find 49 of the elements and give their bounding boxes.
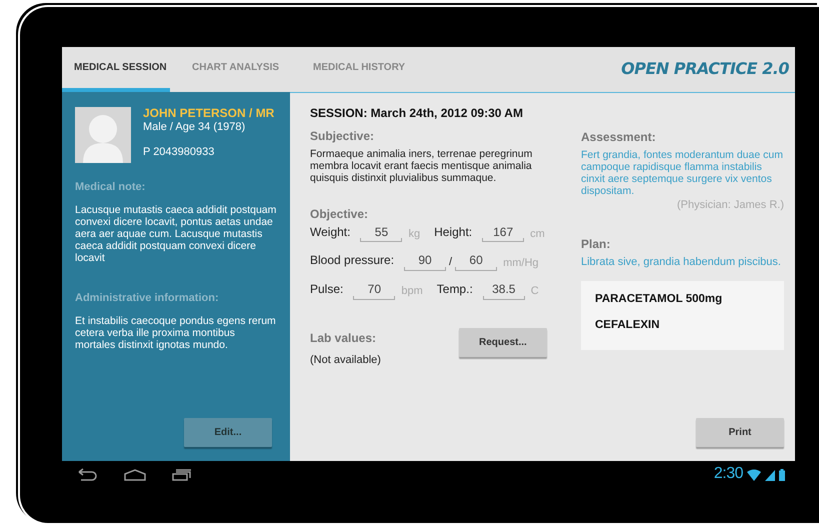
input-field[interactable]: 55 [360,226,402,242]
home-icon[interactable] [124,468,146,480]
clock: 2:30 [714,465,743,484]
section-heading: Plan: [581,238,612,252]
print-button[interactable]: Print [696,418,784,447]
patient-details: Male / Age 34 (1978) [143,120,246,134]
wifi-icon [747,468,761,480]
field-label: Temp.: [436,283,473,298]
app-logo: OPEN PRACTICE 2.0 [621,60,790,79]
section-heading: Objective: [310,208,370,222]
input-field[interactable]: 167 [482,226,524,242]
subjective-text: Formaeque animalia iners, terrenae peregrinum membra locavit erant faecis mentisque animalia quisquis distinxit pluvialibus summaque. [310,148,534,184]
back-icon[interactable] [76,468,98,482]
input-field[interactable]: 70 [353,283,396,300]
section-heading: Assessment: [581,131,657,145]
assessment-text: Fert grandia, fontes moderantum duae cum campoque rapidisque flamma instabilis cinxit aere septemque surgere vix ventos dispositam. [581,148,784,198]
field-label: Pulse: [310,283,344,298]
recent-apps-icon[interactable] [172,468,192,480]
prescription-item: CEFALEXIN [595,319,661,333]
input-field[interactable]: 90 [404,254,446,272]
prescription-item: PARACETAMOL 500mg [595,293,724,306]
separator: / [449,256,452,270]
note-heading: Medical note: [75,181,146,194]
unit-label: cm [530,228,545,242]
signal-icon [765,470,775,480]
unit-label: mm/Hg [503,256,539,271]
edit-button[interactable]: Edit... [184,418,272,447]
field-label: Blood pressure: [310,254,394,270]
note-text: Et instabilis caecoque pondus egens rerum cetera verba ille proxima montibus mortales distinxit ignotas mundo. [75,314,277,351]
input-field[interactable]: 38.5 [482,283,525,300]
section-heading: Lab values: [310,332,378,346]
unit-label: C [530,285,539,300]
battery-icon [779,468,785,480]
plan-text: Librata sive, grandia habendum piscibus. [581,256,782,270]
section-heading: Subjective: [310,130,376,144]
note-heading: Administrative information: [75,292,220,305]
note-text: Lacusque mutastis caeca addidit postquam convexi dicere locavit, pontus aetas undae aera aer aquae cum. Lacusque mutastis caeca addidit postquam convexi dicere locavit [75,204,278,264]
avatar-icon [75,107,131,163]
unit-label: kg [408,228,420,242]
session-title: SESSION: March 24th, 2012 09:30 AM [310,107,524,121]
input-field[interactable]: 60 [455,254,498,272]
field-label: Height: [434,226,472,241]
field-label: Weight: [310,226,350,241]
unit-label: bpm [401,285,423,300]
patient-phone: P 2043980933 [143,146,216,160]
patient-name: JOHN PETERSON / MR [143,107,274,121]
physician-note: (Physician: James R.) [676,199,784,212]
request-button[interactable]: Request... [458,328,547,357]
lab-value: (Not available) [310,354,381,366]
